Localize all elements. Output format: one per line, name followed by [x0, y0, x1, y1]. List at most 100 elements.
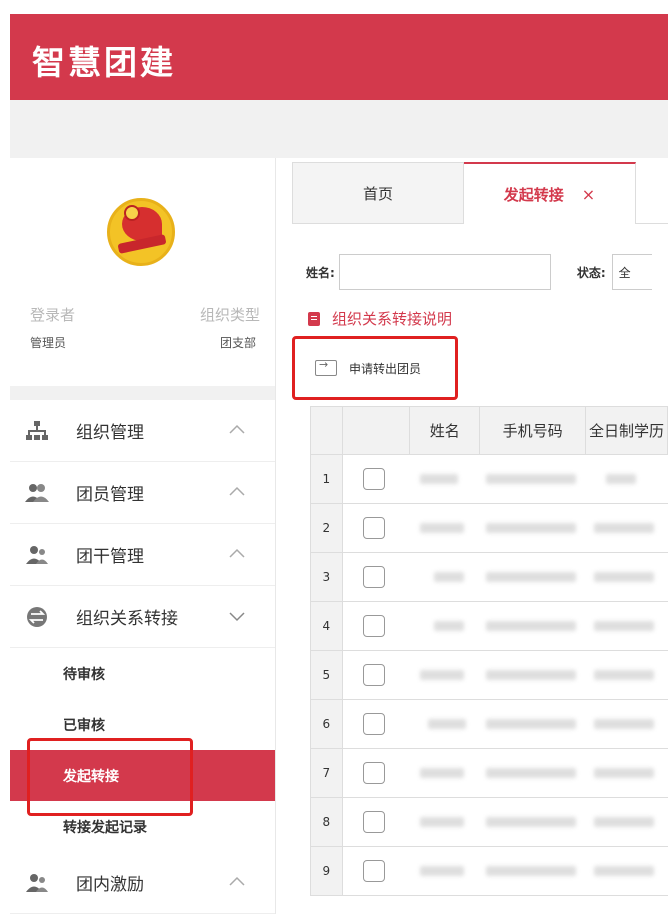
sidebar-item-cadre-management[interactable]: 团干管理	[10, 524, 275, 586]
app-title: 智慧团建	[32, 43, 176, 82]
redacted-phone	[485, 817, 576, 827]
redacted-name	[419, 866, 464, 876]
table-row: 7	[310, 748, 668, 798]
redacted-education	[593, 719, 654, 729]
name-filter-input[interactable]	[338, 254, 551, 290]
redacted-name	[427, 719, 466, 729]
sidebar: 登录者 组织类型 管理员 团支部 组织管理 团员管理 团干管理 组织关系转接 待…	[10, 158, 276, 914]
redacted-phone	[485, 768, 576, 778]
apply-transfer-out-button[interactable]: 申请转出团员	[292, 336, 458, 400]
members-table: 姓名 手机号码 全日制学历 1 2 3 4 5 6 7 8 9	[310, 406, 668, 896]
sidebar-menu: 组织管理 团员管理 团干管理 组织关系转接 待审核 已审核 发起转接 转接发起记…	[10, 400, 275, 914]
org-type-value: 团支部	[219, 336, 256, 350]
row-index: 2	[310, 503, 343, 553]
login-value: 管理员	[30, 336, 67, 350]
sidebar-item-org-transfer[interactable]: 组织关系转接	[10, 586, 275, 648]
chevron-up-icon	[229, 424, 245, 434]
redacted-education	[593, 670, 654, 680]
filter-bar: 姓名: 状态: 全	[306, 254, 652, 290]
chevron-up-icon	[229, 486, 245, 496]
sidebar-divider	[10, 386, 275, 400]
redacted-name	[419, 768, 464, 778]
redacted-education	[593, 817, 654, 827]
sidebar-item-label: 组织关系转接	[76, 609, 178, 629]
org-type-label: 组织类型	[199, 306, 260, 324]
table-header-index	[310, 406, 343, 455]
transfer-instructions-link[interactable]: 组织关系转接说明	[308, 308, 452, 329]
row-index: 1	[310, 454, 343, 504]
sub-header-bar	[10, 100, 668, 158]
tab-label: 发起转接	[503, 185, 564, 204]
redacted-name	[419, 474, 458, 484]
row-checkbox[interactable]	[362, 664, 385, 686]
row-checkbox[interactable]	[362, 762, 385, 784]
export-icon	[315, 358, 337, 376]
redacted-education	[593, 768, 654, 778]
table-row: 3	[310, 552, 668, 602]
row-index: 7	[310, 748, 343, 798]
table-header-checkbox	[341, 406, 411, 455]
submenu-item-reviewed[interactable]: 已审核	[10, 699, 275, 750]
row-checkbox[interactable]	[362, 615, 385, 637]
table-row: 8	[310, 797, 668, 847]
sidebar-item-label: 组织管理	[76, 423, 144, 443]
apply-transfer-out-label: 申请转出团员	[349, 361, 422, 376]
cadres-icon	[24, 544, 50, 566]
org-chart-icon	[24, 420, 50, 442]
redacted-phone	[485, 719, 576, 729]
redacted-name	[433, 621, 464, 631]
close-icon[interactable]: ×	[582, 185, 595, 204]
row-checkbox[interactable]	[362, 860, 385, 882]
row-index: 6	[310, 699, 343, 749]
tab-home[interactable]: 首页	[292, 162, 464, 224]
transfer-icon	[24, 606, 50, 628]
transfer-instructions-text: 组织关系转接说明	[332, 310, 453, 328]
status-filter-select[interactable]: 全	[611, 254, 652, 290]
table-row: 9	[310, 846, 668, 896]
redacted-phone	[485, 621, 576, 631]
redacted-phone	[485, 866, 576, 876]
status-filter-label: 状态:	[576, 265, 606, 280]
row-checkbox[interactable]	[362, 713, 385, 735]
chevron-up-icon	[229, 548, 245, 558]
row-checkbox[interactable]	[362, 517, 385, 539]
table-row: 5	[310, 650, 668, 700]
user-info-labels: 登录者 组织类型	[30, 304, 260, 325]
redacted-phone	[485, 523, 576, 533]
row-index: 8	[310, 797, 343, 847]
redacted-name	[419, 670, 464, 680]
sidebar-item-member-management[interactable]: 团员管理	[10, 462, 275, 524]
user-info-values: 管理员 团支部	[30, 334, 256, 351]
table-header-name[interactable]: 姓名	[409, 406, 481, 455]
table-row: 2	[310, 503, 668, 553]
table-header-row: 姓名 手机号码 全日制学历	[310, 406, 668, 455]
tab-initiate-transfer[interactable]: 发起转接 ×	[464, 162, 636, 224]
redacted-education	[593, 621, 654, 631]
incentive-icon	[24, 872, 50, 894]
row-checkbox[interactable]	[362, 811, 385, 833]
row-checkbox[interactable]	[362, 566, 385, 588]
main-content: 首页 发起转接 × 姓名: 状态: 全 组织关系转接说明 申请转出团员 姓名 手…	[290, 158, 668, 914]
table-header-education[interactable]: 全日制学历	[585, 406, 668, 455]
sidebar-item-org-management[interactable]: 组织管理	[10, 400, 275, 462]
members-icon	[24, 482, 50, 504]
submenu-item-initiate-transfer[interactable]: 发起转接	[10, 750, 275, 801]
table-header-phone[interactable]: 手机号码	[479, 406, 587, 455]
submenu-item-pending-review[interactable]: 待审核	[10, 648, 275, 699]
row-index: 9	[310, 846, 343, 896]
redacted-education	[605, 474, 636, 484]
table-row: 6	[310, 699, 668, 749]
redacted-education	[593, 572, 654, 582]
redacted-education	[593, 523, 654, 533]
row-checkbox[interactable]	[362, 468, 385, 490]
table-row: 4	[310, 601, 668, 651]
redacted-phone	[485, 572, 576, 582]
sidebar-item-incentives[interactable]: 团内激励	[10, 852, 275, 914]
login-label: 登录者	[30, 306, 76, 324]
submenu-item-transfer-records[interactable]: 转接发起记录	[10, 801, 275, 852]
redacted-name	[419, 817, 464, 827]
row-index: 3	[310, 552, 343, 602]
row-index: 4	[310, 601, 343, 651]
sidebar-item-label: 团内激励	[76, 875, 144, 895]
redacted-name	[433, 572, 464, 582]
